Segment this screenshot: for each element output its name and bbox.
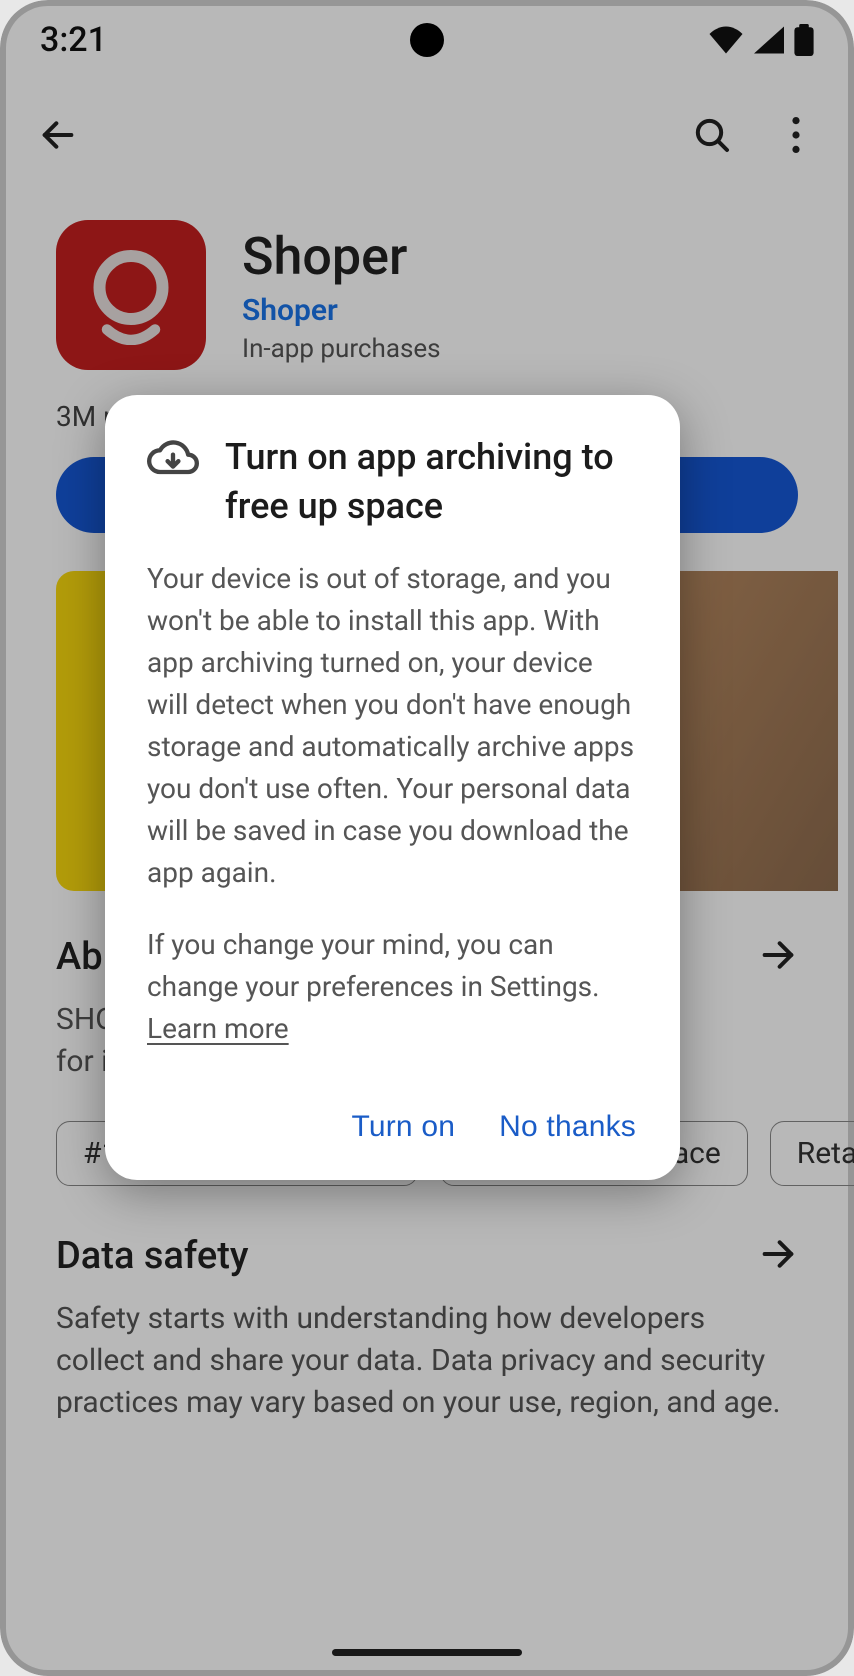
dialog-title: Turn on app archiving to free up space [225,433,638,530]
search-button[interactable] [684,107,740,163]
more-options-button[interactable] [768,107,824,163]
data-safety-title: Data safety [56,1234,249,1278]
developer-link[interactable]: Shoper [242,293,441,328]
back-button[interactable] [30,107,86,163]
front-camera-punchhole [410,23,444,57]
data-safety-arrow-icon[interactable] [758,1234,798,1278]
app-title: Shoper [242,226,441,287]
about-title: Ab [56,935,103,979]
app-header: Shoper Shoper In-app purchases [0,190,854,380]
learn-more-link[interactable]: Learn more [147,1012,289,1045]
app-icon [56,220,206,370]
data-safety-section: Data safety Safety starts with understan… [0,1216,854,1442]
chip-retail[interactable]: Retai [770,1121,854,1186]
dialog-body: Your device is out of storage, and you w… [147,558,638,1050]
status-time: 3:21 [40,20,107,60]
status-bar: 3:21 [0,0,854,80]
no-thanks-button[interactable]: No thanks [499,1110,636,1144]
wifi-icon [708,26,744,54]
device-frame: 3:21 Shoper [0,0,854,1676]
app-meta: Shoper Shoper In-app purchases [242,226,441,364]
nav-handle[interactable] [332,1649,522,1656]
archiving-dialog: Turn on app archiving to free up space Y… [105,395,680,1180]
cloud-download-icon [147,433,199,489]
in-app-purchases-label: In-app purchases [242,334,441,364]
turn-on-button[interactable]: Turn on [351,1110,455,1144]
data-safety-body: Safety starts with understanding how dev… [56,1278,798,1424]
dialog-paragraph-1: Your device is out of storage, and you w… [147,558,638,894]
status-icons [708,24,814,56]
cellular-icon [754,26,784,54]
battery-icon [794,24,814,56]
dialog-actions: Turn on No thanks [147,1080,638,1150]
about-arrow-icon[interactable] [758,935,798,979]
dialog-paragraph-2: If you change your mind, you can change … [147,924,638,1050]
app-bar [0,80,854,190]
